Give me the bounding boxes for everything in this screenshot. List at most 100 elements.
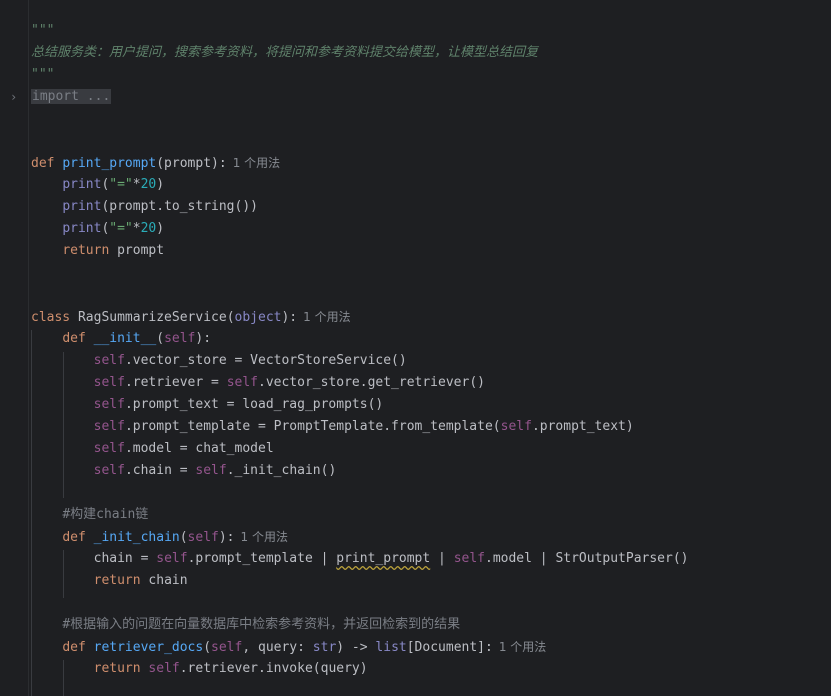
code-line[interactable]: import ... [31, 86, 112, 108]
keyword-def: def [62, 530, 86, 545]
self-keyword: self [156, 551, 188, 566]
self-keyword: self [164, 331, 196, 346]
code-line[interactable]: print("="*20) [31, 218, 164, 240]
number-literal: 20 [140, 177, 157, 192]
code-line[interactable]: 总结服务类：用户提问，搜索参考资料，将提问和参考资料提交给模型，让模型总结回复 [31, 42, 538, 64]
function-name: _init_chain [93, 530, 180, 545]
code-line[interactable]: self.model = chat_model [31, 438, 274, 460]
statement: .chain = [124, 463, 196, 478]
keyword-def: def [62, 331, 86, 346]
paren: ( [203, 640, 212, 655]
self-keyword: self [453, 551, 485, 566]
builtin-print: print [62, 199, 102, 214]
fold-chevron-icon[interactable]: › [10, 89, 22, 105]
docstring-close: """ [31, 67, 55, 82]
paren: ( [226, 310, 235, 325]
usages-hint[interactable]: 1 个用法 [241, 530, 288, 544]
keyword-return: return [93, 661, 141, 676]
code-line[interactable]: self.vector_store = VectorStoreService() [31, 350, 407, 372]
params: (prompt): [156, 156, 227, 171]
self-keyword: self [93, 441, 125, 456]
self-keyword: self [187, 530, 219, 545]
builtin-print: print [62, 177, 102, 192]
string-literal: "=" [109, 221, 133, 236]
code-editor[interactable]: › """ 总结服务类：用户提问，搜索参考资料，将提问和参考资料提交给模型，让模… [0, 0, 831, 696]
statement: chain = [93, 551, 157, 566]
keyword-return: return [62, 243, 110, 258]
return-value: chain [140, 573, 188, 588]
statement: .retriever.invoke(query) [179, 661, 368, 676]
punctuation: ): [218, 530, 235, 545]
code-line[interactable]: chain = self.prompt_template | print_pro… [31, 548, 689, 570]
function-name: print_prompt [62, 156, 157, 171]
code-line[interactable]: print("="*20) [31, 174, 164, 196]
self-keyword: self [148, 661, 180, 676]
docstring-text: 总结服务类：用户提问，搜索参考资料，将提问和参考资料提交给模型，让模型总结回复 [31, 45, 539, 60]
code-line[interactable]: return prompt [31, 240, 164, 262]
self-keyword: self [93, 397, 125, 412]
builtin-list: list [375, 640, 407, 655]
comment: #构建chain链 [62, 507, 149, 522]
builtin-str: str [312, 640, 337, 655]
operator: * [132, 177, 141, 192]
code-line[interactable]: def print_prompt(prompt): 1 个用法 [31, 152, 280, 174]
statement: .vector_store = VectorStoreService() [124, 353, 407, 368]
paren: ( [156, 331, 165, 346]
code-line[interactable]: """ [31, 20, 54, 42]
self-keyword: self [500, 419, 532, 434]
code-line[interactable]: def _init_chain(self): 1 个用法 [31, 526, 288, 548]
folded-import-block[interactable]: import ... [31, 89, 112, 104]
statement: .prompt_text = load_rag_prompts() [124, 397, 384, 412]
code-line[interactable]: def __init__(self): [31, 328, 211, 350]
code-line[interactable]: self.retriever = self.vector_store.get_r… [31, 372, 485, 394]
usages-hint[interactable]: 1 个用法 [233, 156, 280, 170]
keyword-def: def [62, 640, 86, 655]
usages-hint[interactable]: 1 个用法 [303, 310, 350, 324]
paren: ) [156, 177, 165, 192]
code-line[interactable]: return chain [31, 570, 188, 592]
code-line[interactable]: self.prompt_template = PromptTemplate.fr… [31, 416, 634, 438]
code-line[interactable]: def retriever_docs(self, query: str) -> … [31, 636, 546, 658]
code-line[interactable]: #构建chain链 [31, 504, 148, 526]
keyword-return: return [93, 573, 141, 588]
paren: ( [179, 530, 188, 545]
code-line[interactable]: return self.retriever.invoke(query) [31, 658, 368, 680]
params: ) -> [336, 640, 376, 655]
code-line[interactable]: """ [31, 64, 54, 86]
punctuation: ): [281, 310, 298, 325]
self-keyword: self [226, 375, 258, 390]
statement: .prompt_template | [187, 551, 337, 566]
self-keyword: self [195, 463, 227, 478]
docstring-open: """ [31, 23, 55, 38]
self-keyword: self [93, 375, 125, 390]
statement: ._init_chain() [226, 463, 337, 478]
code-line[interactable]: print(prompt.to_string()) [31, 196, 258, 218]
statement: .model | StrOutputParser() [485, 551, 689, 566]
code-line[interactable]: #根据输入的问题在向量数据库中检索参考资料，并返回检索到的结果 [31, 614, 460, 636]
usages-hint[interactable]: 1 个用法 [499, 640, 546, 654]
class-name: RagSummarizeService [77, 310, 227, 325]
builtin-print: print [62, 221, 102, 236]
params: [Document]: [406, 640, 493, 655]
code-line[interactable]: self.chain = self._init_chain() [31, 460, 337, 482]
string-literal: "=" [109, 177, 133, 192]
keyword-def: def [31, 156, 55, 171]
gutter-divider [28, 0, 29, 696]
self-keyword: self [93, 353, 125, 368]
operator: * [132, 221, 141, 236]
code-line[interactable]: self.prompt_text = load_rag_prompts() [31, 394, 384, 416]
statement: .prompt_template = PromptTemplate.from_t… [124, 419, 501, 434]
statement: .retriever = [124, 375, 227, 390]
return-value: prompt [109, 243, 165, 258]
function-name: __init__ [93, 331, 157, 346]
statement: | [430, 551, 454, 566]
function-name: retriever_docs [93, 640, 204, 655]
code-line[interactable]: class RagSummarizeService(object): 1 个用法 [31, 306, 351, 328]
self-keyword: self [211, 640, 243, 655]
punctuation: ): [195, 331, 212, 346]
number-literal: 20 [140, 221, 157, 236]
comment: #根据输入的问题在向量数据库中检索参考资料，并返回检索到的结果 [62, 617, 461, 632]
paren: ) [156, 221, 165, 236]
warning-identifier[interactable]: print_prompt [336, 551, 430, 566]
self-keyword: self [93, 463, 125, 478]
